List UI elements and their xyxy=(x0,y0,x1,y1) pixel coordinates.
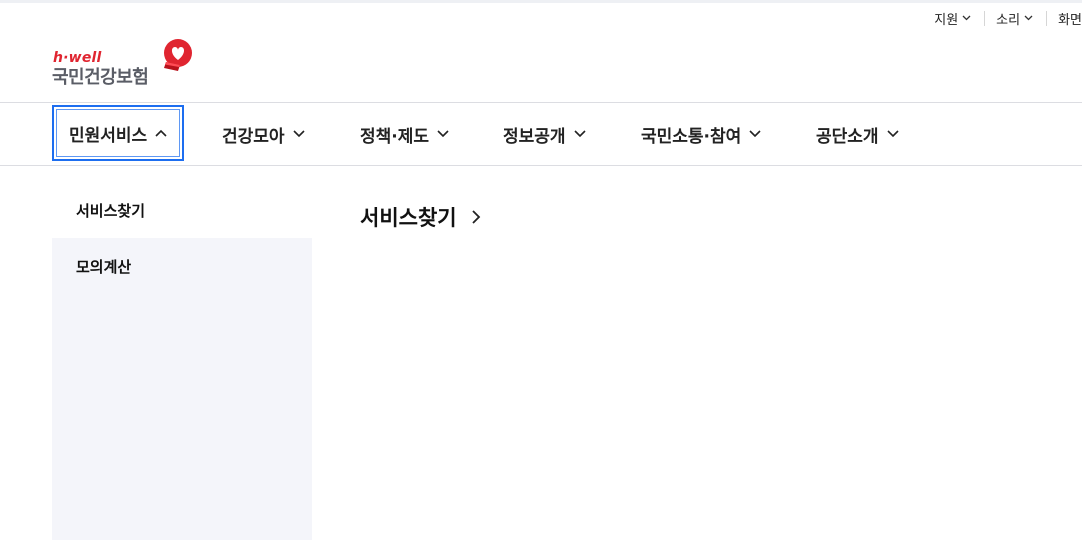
utility-screen-label: 화면 xyxy=(1058,12,1082,28)
gnb-item-label: 정책·제도 xyxy=(360,126,430,147)
utility-support-menu[interactable]: 지원 xyxy=(923,9,984,28)
chevron-down-icon xyxy=(962,15,971,21)
gnb-item-civil-service[interactable]: 민원서비스 xyxy=(52,105,185,161)
chevron-down-icon xyxy=(749,130,761,138)
gnb-item-about[interactable]: 공단소개 xyxy=(816,103,899,165)
chevron-right-icon xyxy=(471,210,480,224)
chevron-up-icon xyxy=(155,129,167,137)
content-title: 서비스찾기 xyxy=(360,206,457,230)
heart-logo-icon xyxy=(164,39,192,71)
utility-bar: 지원 소리 화면 xyxy=(923,8,1082,28)
chevron-down-icon xyxy=(292,130,305,138)
utility-sound-menu[interactable]: 소리 xyxy=(985,9,1046,28)
submenu-sidebar: 서비스찾기 모의계산 xyxy=(52,182,312,540)
submenu-item-label: 서비스찾기 xyxy=(76,201,146,220)
utility-screen-menu[interactable]: 화면 xyxy=(1047,9,1082,28)
utility-sound-label: 소리 xyxy=(996,12,1021,28)
utility-support-label: 지원 xyxy=(934,12,959,28)
chevron-down-icon xyxy=(886,130,899,138)
chevron-down-icon xyxy=(437,130,449,138)
submenu-item-simulation[interactable]: 모의계산 xyxy=(52,238,312,294)
gnb-item-policy[interactable]: 정책·제도 xyxy=(360,103,449,165)
gnb-item-label: 국민소통·참여 xyxy=(641,126,742,147)
submenu-item-label: 모의계산 xyxy=(76,257,132,276)
global-nav: 민원서비스 건강모아 정책·제도 정보공개 국민소통·참여 공단소개 xyxy=(0,102,1082,166)
chevron-down-icon xyxy=(1024,15,1033,21)
gnb-item-participation[interactable]: 국민소통·참여 xyxy=(641,103,761,165)
gnb-item-label: 정보공개 xyxy=(503,126,566,147)
top-border xyxy=(0,0,1082,3)
chevron-down-icon xyxy=(573,130,586,138)
nhis-logo-link[interactable]: h·well 국민건강보험 xyxy=(52,38,197,88)
gnb-item-label: 건강모아 xyxy=(222,126,285,147)
content-title-link[interactable]: 서비스찾기 xyxy=(360,202,481,232)
submenu-item-service-search[interactable]: 서비스찾기 xyxy=(52,182,312,238)
logo-name: 국민건강보험 xyxy=(52,67,149,88)
gnb-item-health[interactable]: 건강모아 xyxy=(222,103,305,165)
gnb-item-label: 공단소개 xyxy=(816,126,879,147)
gnb-item-label: 민원서비스 xyxy=(69,125,148,146)
gnb-item-disclosure[interactable]: 정보공개 xyxy=(503,103,586,165)
